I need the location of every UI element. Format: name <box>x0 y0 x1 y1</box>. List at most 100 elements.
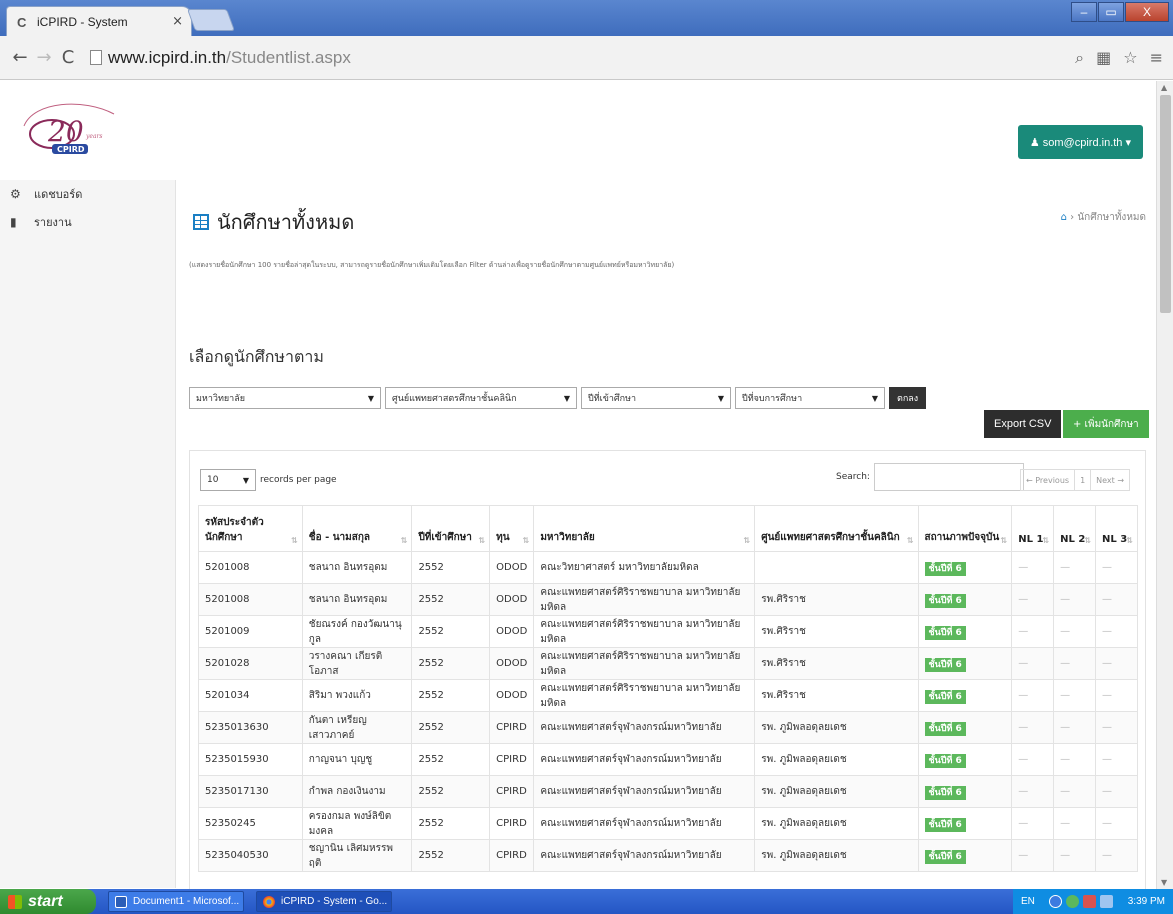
sort-icon: ⇅ <box>1042 536 1050 545</box>
col-university[interactable]: มหาวิทยาลัย ⇅ <box>533 505 756 552</box>
table-cell: คณะแพทยศาสตร์จุฬาลงกรณ์มหาวิทยาลัย <box>533 711 756 744</box>
per-page-select[interactable]: 10 ▼ <box>200 469 256 491</box>
chrome-icon <box>263 895 275 908</box>
table-cell: — <box>1011 839 1055 872</box>
clinical-center-select[interactable]: ศูนย์แพทยศาสตรศึกษาชั้นคลินิก ▼ <box>385 387 577 409</box>
table-row[interactable]: 52350245 ครองกมล พงษ์ลิขิตมงคล 2552 CPIRD คณ… <box>198 807 1138 840</box>
col-name[interactable]: ชื่อ - นามสกุล ⇅ <box>301 505 413 552</box>
bookmark-star-icon[interactable]: ☆ <box>1123 48 1137 68</box>
page-scrollbar[interactable]: ▲ ▼ <box>1156 81 1173 889</box>
table-cell: 5201008 <box>198 583 303 616</box>
security-icon[interactable] <box>1066 895 1080 908</box>
sort-icon: ⇅ <box>400 536 408 545</box>
student-table: รหัสประจำตัวนักศึกษา ⇅ ชื่อ - นามสกุล ⇅ ปี… <box>198 505 1138 872</box>
export-csv-button[interactable]: Export CSV <box>984 410 1062 438</box>
col-nl3[interactable]: NL 3 ⇅ <box>1095 505 1138 552</box>
status-badge: ชั้นปีที่ 6 <box>924 721 966 736</box>
back-arrow-icon[interactable]: ← <box>8 47 32 68</box>
table-cell: — <box>1011 647 1055 680</box>
volume-icon[interactable] <box>1100 895 1114 908</box>
windows-taskbar: start Document1 - Microsof... iCPIRD - S… <box>0 889 1173 914</box>
table-row[interactable]: 5201009 ชัยณรงค์ กองวัฒนานุกูล 2552 ODOD คณะ… <box>198 615 1138 648</box>
language-indicator[interactable]: EN <box>1021 896 1035 907</box>
taskbar-item-word[interactable]: Document1 - Microsof... <box>108 891 244 912</box>
table-row[interactable]: 5235013630 กันตา เหรียญเสาวภาคย์ 2552 CPIRD… <box>198 711 1138 744</box>
tab-title: iCPIRD - System <box>37 14 128 29</box>
sort-icon: ⇅ <box>1000 536 1008 545</box>
col-status[interactable]: สถานภาพปัจจุบัน ⇅ <box>917 505 1013 552</box>
antivirus-icon[interactable] <box>1083 895 1097 908</box>
start-button[interactable]: start <box>0 889 96 914</box>
menu-icon[interactable]: ≡ <box>1150 48 1163 68</box>
browser-tab[interactable]: C iCPIRD - System × <box>6 6 192 36</box>
translate-icon[interactable]: ▦ <box>1096 48 1111 68</box>
table-row[interactable]: 5201034 สิริมา พวงแก้ว 2552 ODOD คณะแพทยศาสต… <box>198 679 1138 712</box>
table-cell: 52350245 <box>198 807 303 840</box>
new-tab-button[interactable] <box>186 9 236 31</box>
cpird-20-years-logo[interactable]: 20 CPIRD years <box>14 96 124 160</box>
table-row[interactable]: 5201008 ชลนาถ อินทรอุดม 2552 ODOD คณะแพทยศาส… <box>198 583 1138 616</box>
table-cell: — <box>1011 775 1055 808</box>
scroll-up-icon[interactable]: ▲ <box>1161 83 1167 92</box>
taskbar-item-chrome[interactable]: iCPIRD - System - Go... <box>256 891 392 912</box>
table-cell: คณะวิทยาศาสตร์ มหาวิทยาลัยมหิดล <box>533 551 756 584</box>
system-tray: EN 3:39 PM <box>1013 889 1173 914</box>
entry-year-select[interactable]: ปีที่เข้าศึกษา ▼ <box>581 387 731 409</box>
url-host: www.icpird.in.th <box>108 47 227 67</box>
table-cell: ODOD <box>489 615 535 648</box>
sort-icon: ⇅ <box>1126 536 1133 545</box>
status-badge: ชั้นปีที่ 6 <box>924 849 966 864</box>
filter-title: เลือกดูนักศึกษาตาม <box>189 347 324 366</box>
university-select[interactable]: มหาวิทยาลัย ▼ <box>189 387 381 409</box>
col-entry-year[interactable]: ปีที่เข้าศึกษา ⇅ <box>411 505 491 552</box>
table-row[interactable]: 5201008 ชลนาถ อินทรอุดม 2552 ODOD คณะวิทยาศา… <box>198 551 1138 584</box>
table-cell: — <box>1011 551 1055 584</box>
sidebar-item-label: แดชบอร์ด <box>34 188 83 201</box>
reload-icon[interactable]: C <box>56 47 80 68</box>
tab-close-icon[interactable]: × <box>172 14 183 29</box>
col-nl1[interactable]: NL 1 ⇅ <box>1011 505 1055 552</box>
table-row[interactable]: 5235015930 กาญจนา บุญชู 2552 CPIRD คณะแพทยศา… <box>198 743 1138 776</box>
col-student-id[interactable]: รหัสประจำตัวนักศึกษา ⇅ <box>198 505 303 552</box>
col-nl2[interactable]: NL 2 ⇅ <box>1053 505 1097 552</box>
close-window-button[interactable]: X <box>1125 2 1169 22</box>
previous-button[interactable]: ← Previous <box>1021 470 1076 490</box>
sort-icon: ⇅ <box>1084 536 1092 545</box>
zoom-icon[interactable]: ⌕ <box>1075 48 1084 68</box>
network-icon[interactable] <box>1049 895 1063 908</box>
status-badge: ชั้นปีที่ 6 <box>924 625 966 640</box>
user-icon: ♟ <box>1029 136 1043 149</box>
home-icon[interactable]: ⌂ <box>1061 212 1067 223</box>
add-student-button[interactable]: + เพิ่มนักศึกษา <box>1063 410 1149 438</box>
table-cell: — <box>1095 679 1138 712</box>
sidebar-item-dashboard[interactable]: ⚙ แดชบอร์ด <box>0 180 175 208</box>
table-row[interactable]: 5235017130 กำพล กองเงินงาม 2552 CPIRD คณะแพท… <box>198 775 1138 808</box>
maximize-button[interactable]: ▭ <box>1098 2 1124 22</box>
search-input[interactable] <box>873 463 1024 491</box>
col-clinical-center[interactable]: ศูนย์แพทยศาสตรศึกษาชั้นคลินิก ⇅ <box>754 505 919 552</box>
minimize-button[interactable]: – <box>1071 2 1097 22</box>
scrollbar-thumb[interactable] <box>1160 95 1171 313</box>
page-1-button[interactable]: 1 <box>1075 470 1092 490</box>
table-cell: ชลนาถ อินทรอุดม <box>301 583 413 616</box>
table-cell: — <box>1053 807 1097 840</box>
sort-icon: ⇅ <box>906 536 914 545</box>
table-cell: — <box>1053 711 1097 744</box>
sidebar-item-report[interactable]: ▮ รายงาน <box>0 208 175 236</box>
table-row[interactable]: 5235040530 ชญานิน เลิศมหรรพฤติ 2552 CPIRD คณ… <box>198 839 1138 872</box>
address-bar[interactable]: www.icpird.in.th/Studentlist.aspx <box>90 48 351 68</box>
user-menu-button[interactable]: ♟ som@cpird.in.th ▾ <box>1017 125 1143 159</box>
ok-button[interactable]: ตกลง <box>889 387 927 409</box>
col-scholarship[interactable]: ทุน ⇅ <box>489 505 535 552</box>
sort-icon: ⇅ <box>291 536 298 545</box>
status-badge: ชั้นปีที่ 6 <box>924 753 966 768</box>
table-row[interactable]: 5201028 วรางคณา เกียรติโอภาส 2552 ODOD คณะแพ… <box>198 647 1138 680</box>
url-path: /Studentlist.aspx <box>226 47 351 67</box>
scroll-down-icon[interactable]: ▼ <box>1161 878 1167 887</box>
next-button[interactable]: Next → <box>1091 470 1129 490</box>
graduation-year-select[interactable]: ปีที่จบการศึกษา ▼ <box>735 387 885 409</box>
table-cell: รพ. ภูมิพลอดุลยเดช <box>754 775 919 808</box>
forward-arrow-icon[interactable]: → <box>32 47 56 68</box>
table-cell: 5235017130 <box>198 775 303 808</box>
table-cell: 2552 <box>411 743 491 776</box>
